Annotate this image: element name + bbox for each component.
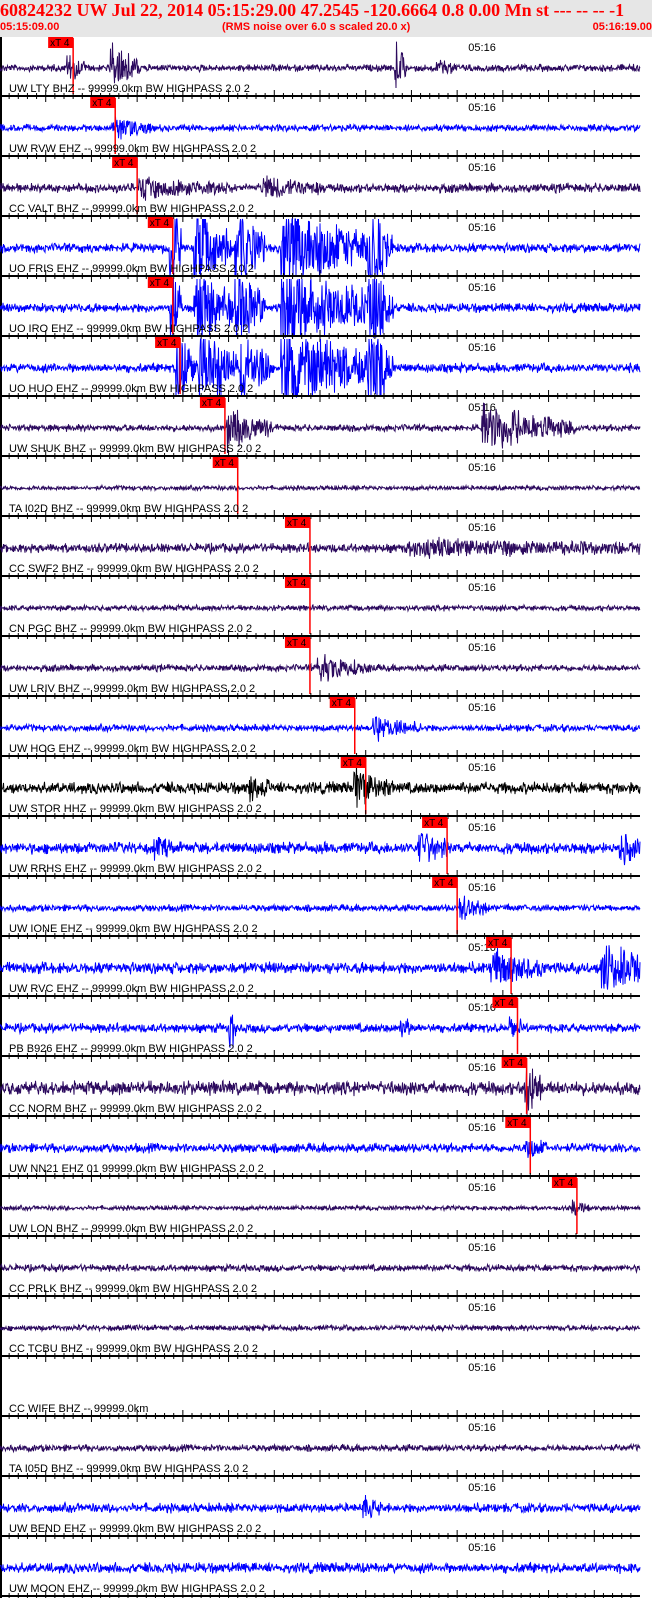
waveform-trace: [0, 1139, 641, 1158]
pick-label: xT 4: [114, 158, 134, 169]
minute-label: 05:16: [468, 1062, 496, 1074]
waveform-trace: [0, 1442, 641, 1454]
station-label: UW SHUK BHZ -- 99999.0km BW HIGHPASS 2.0…: [9, 443, 261, 455]
pick-label: xT 4: [202, 398, 222, 409]
pick-label: xT 4: [494, 998, 514, 1009]
waveform-trace: [0, 116, 641, 140]
waveform-trace: [0, 1561, 641, 1575]
station-label: TA I02D BHZ -- 99999.0km BW HIGHPASS 2.0…: [9, 503, 248, 515]
waveform-trace: [0, 603, 641, 613]
station-label: CC WIFE BHZ -- 99999.0km: [9, 1403, 148, 1415]
pick-label: xT 4: [504, 1058, 524, 1069]
waveform-trace: [0, 895, 641, 920]
pick-label: xT 4: [287, 518, 307, 529]
pick-label: xT 4: [332, 698, 352, 709]
pick-label: xT 4: [488, 938, 508, 949]
station-label: TA I05D BHZ -- 99999.0km BW HIGHPASS 2.0…: [9, 1463, 248, 1475]
pick-label: xT 4: [150, 278, 170, 289]
pick-label: xT 4: [92, 98, 112, 109]
minute-label: 05:16: [468, 462, 496, 474]
minute-label: 05:16: [468, 102, 496, 114]
minute-label: 05:16: [468, 882, 496, 894]
minute-label: 05:16: [468, 1182, 496, 1194]
minute-label: 05:16: [468, 402, 496, 414]
pick-label: xT 4: [554, 1178, 574, 1189]
waveform-trace: [0, 654, 641, 682]
pick-label: xT 4: [287, 578, 307, 589]
minute-label: 05:16: [468, 822, 496, 834]
waveform-trace: [0, 536, 641, 559]
pick-label: xT 4: [343, 758, 363, 769]
station-label: UO IRO EHZ -- 99999.0km BW HIGHPASS 2.0 …: [9, 323, 248, 335]
minute-label: 05:16: [468, 1002, 496, 1014]
minute-label: 05:16: [468, 762, 496, 774]
waveform-trace: [0, 762, 641, 808]
seismogram-section: 05:16xT 4UW LTY BHZ -- 99999.0km BW HIGH…: [0, 37, 641, 1598]
waveform-trace: [0, 1494, 641, 1519]
pick-label: xT 4: [434, 878, 454, 889]
minute-label: 05:16: [468, 1482, 496, 1494]
station-label: UW IONE EHZ -- 99999.0km BW HIGHPASS 2.0…: [9, 923, 258, 935]
waveform-trace: [0, 833, 641, 866]
minute-label: 05:16: [468, 1302, 496, 1314]
station-label: CC TCBU BHZ -- 99999.0km BW HIGHPASS 2.0…: [9, 1343, 258, 1355]
waveform-trace: [0, 1323, 641, 1333]
station-label: CC NORM BHZ -- 99999.0km BW HIGHPASS 2.0…: [9, 1103, 262, 1115]
pick-label: xT 4: [287, 638, 307, 649]
waveform-trace: [0, 1199, 641, 1216]
station-label: UW STOR HHZ -- 99999.0km BW HIGHPASS 2.0…: [9, 803, 262, 815]
station-label: UW LTY BHZ -- 99999.0km BW HIGHPASS 2.0 …: [9, 83, 250, 95]
station-label: UW BEND EHZ -- 99999.0km BW HIGHPASS 2.0…: [9, 1523, 261, 1535]
station-label: UW NN21 EHZ 01 99999.0km BW HIGHPASS 2.0…: [9, 1163, 264, 1175]
minute-label: 05:16: [468, 1242, 496, 1254]
minute-label: 05:16: [468, 42, 496, 54]
station-label: CC SWF2 BHZ -- 99999.0km BW HIGHPASS 2.0…: [9, 563, 259, 575]
pick-label: xT 4: [424, 818, 444, 829]
pick-label: xT 4: [215, 458, 235, 469]
waveform-trace: [0, 41, 641, 89]
minute-label: 05:16: [468, 342, 496, 354]
pick-label: xT 4: [150, 218, 170, 229]
waveform-trace: [0, 175, 641, 201]
minute-label: 05:16: [468, 1362, 496, 1374]
minute-label: 05:16: [468, 582, 496, 594]
station-label: UW RRHS EHZ -- 99999.0km BW HIGHPASS 2.0…: [9, 863, 262, 875]
pick-label: xT 4: [507, 1118, 527, 1129]
minute-label: 05:16: [468, 522, 496, 534]
minute-label: 05:16: [468, 702, 496, 714]
minute-label: 05:16: [468, 222, 496, 234]
minute-label: 05:16: [468, 1422, 496, 1434]
minute-label: 05:16: [468, 282, 496, 294]
pick-label: xT 4: [50, 38, 70, 49]
waveform-trace: [0, 1262, 641, 1274]
minute-label: 05:16: [468, 1542, 496, 1554]
minute-label: 05:16: [468, 162, 496, 174]
minute-label: 05:16: [468, 642, 496, 654]
waveform-trace: [0, 483, 641, 493]
waveform-trace: [0, 716, 641, 742]
minute-label: 05:16: [468, 1122, 496, 1134]
pick-label: xT 4: [157, 338, 177, 349]
